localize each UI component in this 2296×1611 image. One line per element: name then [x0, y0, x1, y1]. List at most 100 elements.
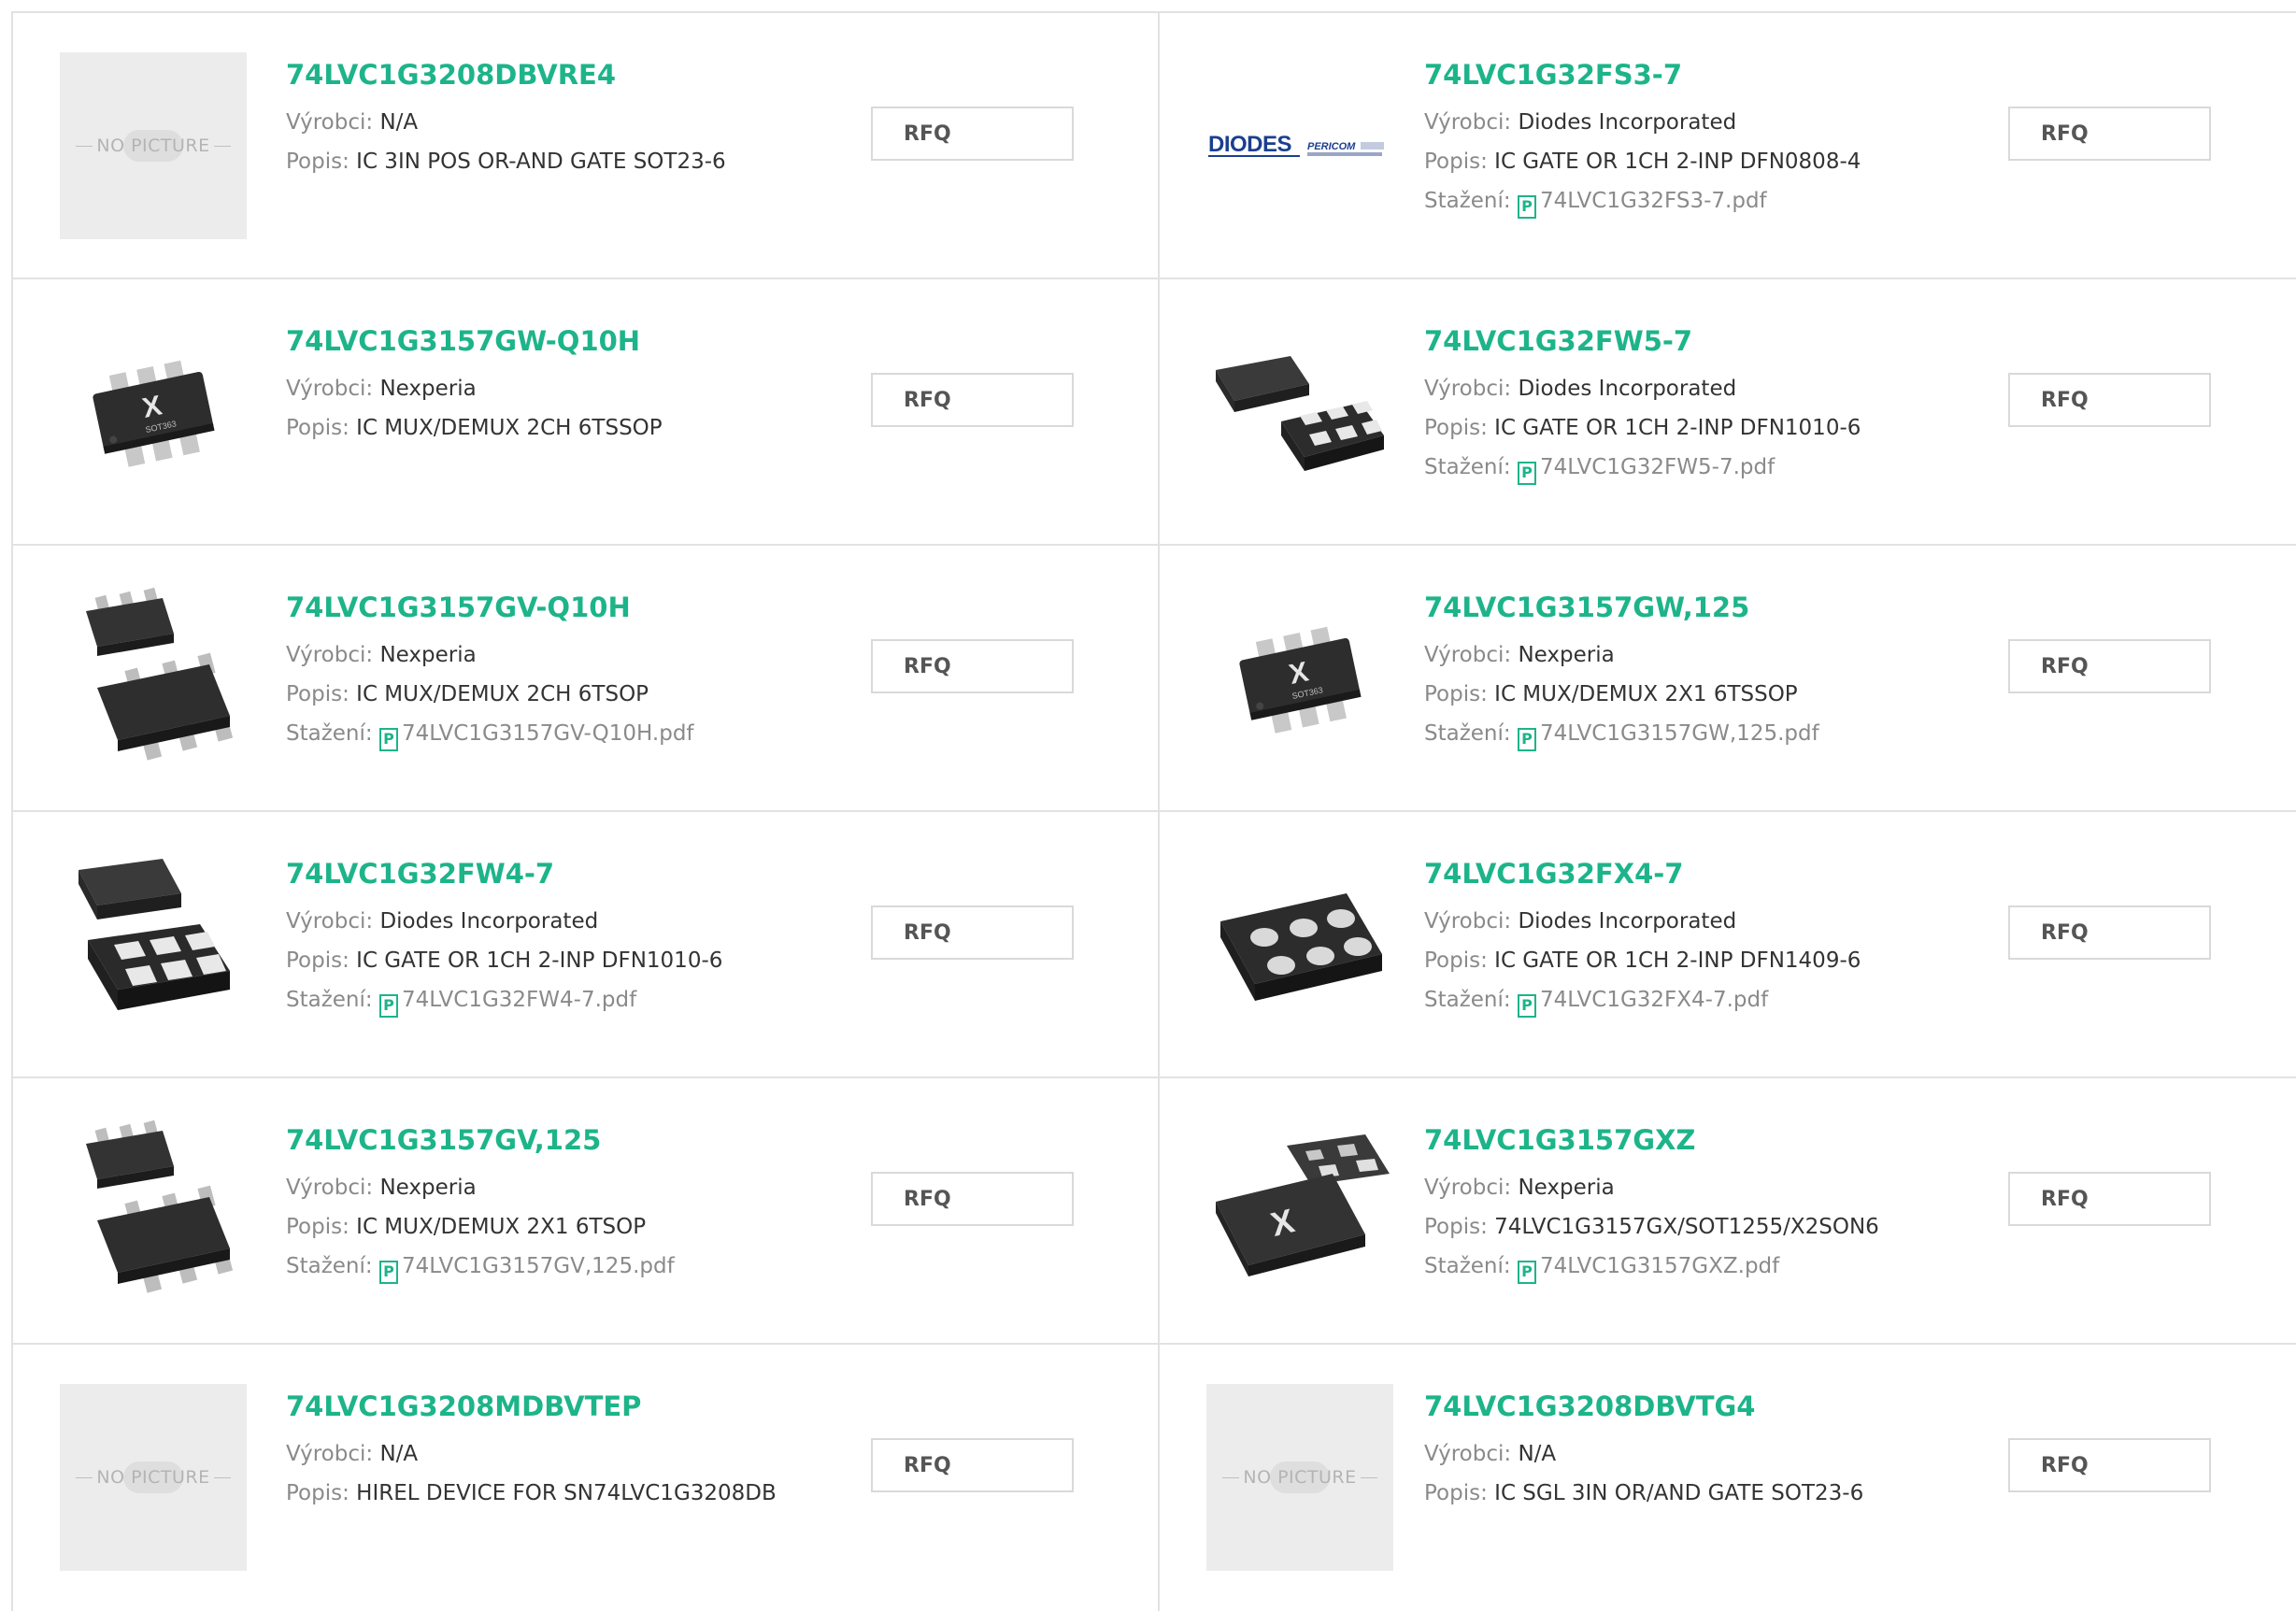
rfq-button[interactable]: RFQ: [2008, 107, 2211, 161]
datasheet-link[interactable]: 74LVC1G3157GV-Q10H.pdf: [402, 721, 694, 746]
manufacturer-value: N/A: [1518, 1442, 1557, 1466]
description-line: Popis: IC GATE OR 1CH 2-INP DFN1010-6: [1424, 408, 1947, 448]
description-label: Popis:: [1424, 1481, 1488, 1505]
download-label: Stažení:: [286, 721, 373, 746]
download-label: Stažení:: [286, 1254, 373, 1278]
product-title-link[interactable]: 74LVC1G3157GV-Q10H: [286, 591, 809, 624]
description-line: Popis: IC MUX/DEMUX 2CH 6TSSOP: [286, 408, 809, 448]
product-title-link[interactable]: 74LVC1G32FX4-7: [1424, 857, 1947, 891]
download-label: Stažení:: [286, 988, 373, 1012]
rfq-button[interactable]: RFQ: [2008, 373, 2211, 427]
no-picture-image: NO PICTURE: [60, 1384, 247, 1571]
manufacturer-line: Výrobci: Diodes Incorporated: [1424, 902, 1947, 941]
manufacturer-line: Výrobci: Nexperia: [286, 369, 809, 408]
product-info: 74LVC1G32FX4-7 Výrobci: Diodes Incorporat…: [1424, 857, 1947, 1019]
description-label: Popis:: [286, 150, 349, 174]
download-line: Stažení: P 74LVC1G32FW4-7.pdf: [286, 980, 809, 1019]
product-title-link[interactable]: 74LVC1G32FS3-7: [1424, 58, 1947, 92]
product-title-link[interactable]: 74LVC1G32FW4-7: [286, 857, 809, 891]
description-value: IC MUX/DEMUX 2X1 6TSSOP: [1494, 682, 1798, 706]
product-grid: NO PICTURE 74LVC1G3208DBVRE4 Výrobci: N/A…: [11, 11, 2296, 1611]
product-title-link[interactable]: 74LVC1G3157GW,125: [1424, 591, 1947, 624]
description-line: Popis: HIREL DEVICE FOR SN74LVC1G3208DB: [286, 1474, 809, 1513]
description-value: IC MUX/DEMUX 2CH 6TSSOP: [356, 416, 663, 440]
manufacturer-line: Výrobci: Nexperia: [1424, 1168, 1947, 1207]
rfq-button[interactable]: RFQ: [2008, 639, 2211, 693]
datasheet-link[interactable]: 74LVC1G32FW5-7.pdf: [1540, 455, 1775, 479]
rfq-button[interactable]: RFQ: [871, 905, 1074, 960]
rfq-button[interactable]: RFQ: [871, 639, 1074, 693]
manufacturer-value: N/A: [379, 1442, 419, 1466]
datasheet-link[interactable]: 74LVC1G3157GXZ.pdf: [1540, 1254, 1779, 1278]
datasheet-link[interactable]: 74LVC1G32FX4-7.pdf: [1540, 988, 1768, 1012]
product-title-link[interactable]: 74LVC1G3208MDBVTEP: [286, 1390, 809, 1423]
datasheet-link[interactable]: 74LVC1G3157GV,125.pdf: [402, 1254, 675, 1278]
manufacturer-line: Výrobci: Diodes Incorporated: [1424, 103, 1947, 142]
pdf-icon[interactable]: P: [1517, 194, 1536, 219]
manufacturer-label: Výrobci:: [286, 643, 374, 667]
product-info: 74LVC1G3208DBVTG4 Výrobci: N/A Popis: IC S…: [1424, 1390, 1947, 1513]
manufacturer-label: Výrobci:: [1424, 377, 1512, 401]
manufacturer-value: Nexperia: [379, 377, 477, 401]
manufacturer-value: N/A: [379, 110, 419, 135]
description-label: Popis:: [1424, 682, 1488, 706]
manufacturer-value: Diodes Incorporated: [379, 909, 599, 934]
manufacturer-line: Výrobci: Diodes Incorporated: [286, 902, 809, 941]
dfn1409-chip-image: [1206, 851, 1393, 1038]
rfq-button[interactable]: RFQ: [871, 1172, 1074, 1226]
description-value: IC GATE OR 1CH 2-INP DFN0808-4: [1494, 150, 1861, 174]
manufacturer-line: Výrobci: N/A: [286, 1434, 809, 1474]
pdf-icon[interactable]: P: [378, 727, 398, 751]
manufacturer-value: Diodes Incorporated: [1518, 377, 1737, 401]
download-line: Stažení: P 74LVC1G3157GV,125.pdf: [286, 1247, 809, 1286]
product-card: 74LVC1G3157GV-Q10H Výrobci: Nexperia Popis…: [13, 546, 1160, 812]
rfq-button[interactable]: RFQ: [2008, 905, 2211, 960]
rfq-button[interactable]: RFQ: [2008, 1438, 2211, 1492]
product-card: X 74LVC1G3157GXZ Výrobci: Nexperia Popis: …: [1160, 1078, 2296, 1345]
datasheet-link[interactable]: 74LVC1G32FW4-7.pdf: [402, 988, 636, 1012]
pdf-icon[interactable]: P: [378, 1260, 398, 1284]
manufacturer-value: Nexperia: [1518, 643, 1615, 667]
description-value: 74LVC1G3157GX/SOT1255/X2SON6: [1494, 1215, 1879, 1239]
tsop-chips-image: [60, 1118, 247, 1304]
description-value: IC MUX/DEMUX 2X1 6TSOP: [356, 1215, 647, 1239]
pdf-icon[interactable]: P: [1517, 727, 1536, 751]
datasheet-link[interactable]: 74LVC1G32FS3-7.pdf: [1540, 189, 1767, 213]
product-title-link[interactable]: 74LVC1G3157GV,125: [286, 1123, 809, 1157]
datasheet-link[interactable]: 74LVC1G3157GW,125.pdf: [1540, 721, 1819, 746]
product-title-link[interactable]: 74LVC1G3208DBVRE4: [286, 58, 809, 92]
no-picture-label: NO PICTURE: [96, 135, 210, 156]
manufacturer-label: Výrobci:: [1424, 643, 1512, 667]
rfq-button[interactable]: RFQ: [871, 373, 1074, 427]
manufacturer-line: Výrobci: Nexperia: [286, 1168, 809, 1207]
sot363-chip-image: X SOT363: [1206, 585, 1393, 772]
diodes-logo-image: DIODES PERICOM: [1206, 52, 1393, 239]
download-label: Stažení:: [1424, 1254, 1511, 1278]
pdf-icon[interactable]: P: [1517, 1260, 1536, 1284]
description-label: Popis:: [286, 1481, 349, 1505]
dfn-chip-image: [60, 851, 247, 1038]
product-info: 74LVC1G3157GXZ Výrobci: Nexperia Popis: 74…: [1424, 1123, 1947, 1286]
svg-text:DIODES: DIODES: [1208, 132, 1292, 157]
product-info: 74LVC1G3157GV-Q10H Výrobci: Nexperia Popis…: [286, 591, 809, 753]
rfq-button[interactable]: RFQ: [871, 1438, 1074, 1492]
rfq-button[interactable]: RFQ: [871, 107, 1074, 161]
pdf-icon[interactable]: P: [1517, 993, 1536, 1018]
product-title-link[interactable]: 74LVC1G32FW5-7: [1424, 324, 1947, 358]
tsop-chips-image: [60, 585, 247, 772]
pdf-icon[interactable]: P: [378, 993, 398, 1018]
manufacturer-label: Výrobci:: [286, 110, 374, 135]
description-value: IC 3IN POS OR-AND GATE SOT23-6: [356, 150, 726, 174]
pdf-icon[interactable]: P: [1517, 461, 1536, 485]
product-title-link[interactable]: 74LVC1G3157GXZ: [1424, 1123, 1947, 1157]
product-title-link[interactable]: 74LVC1G3157GW-Q10H: [286, 324, 809, 358]
manufacturer-label: Výrobci:: [1424, 1176, 1512, 1200]
manufacturer-line: Výrobci: Diodes Incorporated: [1424, 369, 1947, 408]
product-info: 74LVC1G32FS3-7 Výrobci: Diodes Incorporat…: [1424, 58, 1947, 221]
description-line: Popis: 74LVC1G3157GX/SOT1255/X2SON6: [1424, 1207, 1947, 1247]
manufacturer-value: Nexperia: [379, 1176, 477, 1200]
product-title-link[interactable]: 74LVC1G3208DBVTG4: [1424, 1390, 1947, 1423]
rfq-button[interactable]: RFQ: [2008, 1172, 2211, 1226]
no-picture-label: NO PICTURE: [96, 1467, 210, 1488]
product-info: 74LVC1G32FW5-7 Výrobci: Diodes Incorporat…: [1424, 324, 1947, 487]
